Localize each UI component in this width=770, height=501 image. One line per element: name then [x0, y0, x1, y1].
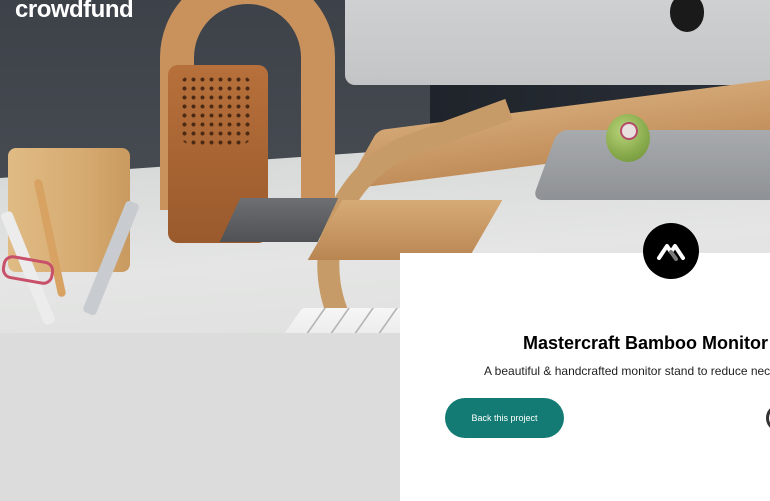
- hero-monitor: [345, 0, 770, 85]
- back-project-button[interactable]: Back this project: [445, 398, 564, 438]
- bookmark-icon[interactable]: [766, 406, 770, 430]
- hero-speaker-grille: [180, 75, 252, 145]
- mastercraft-logo-glyph: [657, 244, 685, 261]
- mastercraft-logo-icon: [643, 223, 699, 279]
- project-description: A beautiful & handcrafted monitor stand …: [484, 364, 770, 378]
- hero-trackpad: [532, 130, 770, 200]
- hero-pen-holder: [0, 148, 140, 326]
- brand-logo[interactable]: crowdfund: [15, 0, 134, 24]
- project-title: Mastercraft Bamboo Monitor: [523, 333, 769, 353]
- hero-speaker-base: [219, 198, 339, 242]
- hero-figurine-eye: [620, 122, 638, 140]
- project-card: Mastercraft Bamboo Monitor A beautiful &…: [400, 253, 770, 501]
